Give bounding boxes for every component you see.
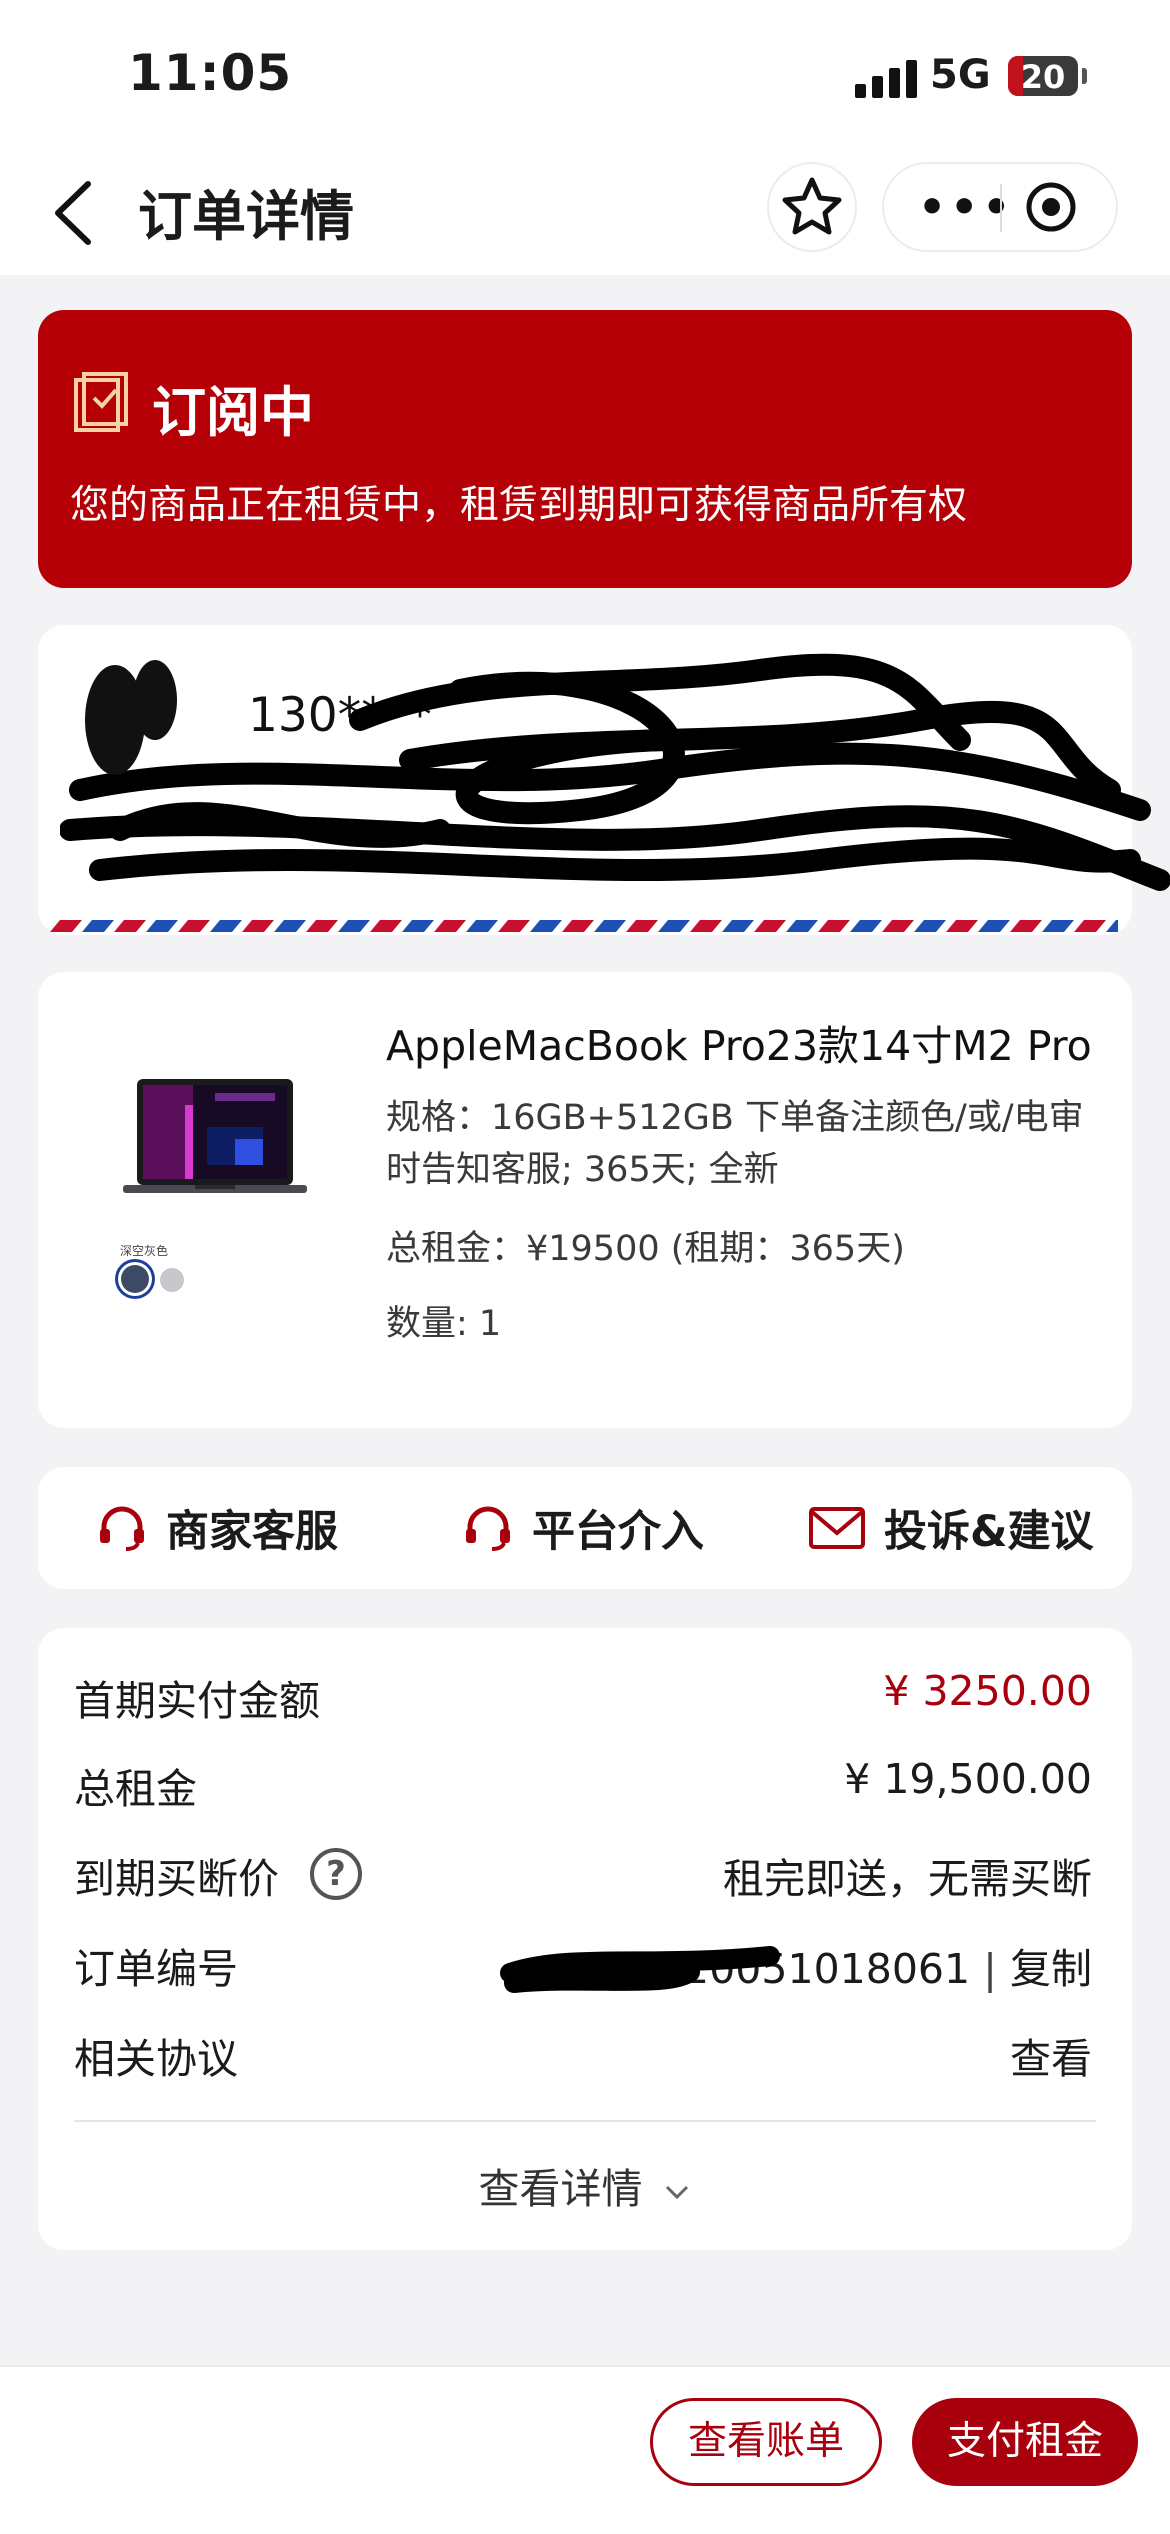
product-spec: 规格：16GB+512GB 下单备注颜色/或/电审时告知客服; 365天; 全新 [386,1098,1084,1190]
product-total-rent: 总租金：¥19500 (租期：365天) [386,1229,905,1269]
color-swatch-space-gray [121,1265,149,1293]
merchant-service-label: 商家客服 [166,1507,338,1557]
capsule-divider [1000,184,1002,232]
star-icon [782,177,842,235]
envelope-stripe [50,920,1118,932]
product-image [123,1079,307,1193]
color-swatch-label: 深空灰色 [120,1244,169,1258]
status-banner [38,310,1132,588]
signal-icon [855,60,917,98]
view-details-label: 查看详情 [478,2165,643,2213]
headset-icon [100,1506,144,1551]
platform-intervene-label: 平台介入 [532,1507,704,1557]
page-title: 订单详情 [138,185,354,248]
battery-icon: 20 [1008,56,1078,96]
divider [74,2120,1096,2122]
copy-button[interactable]: 复制 [1010,1945,1092,1993]
agreement-label: 相关协议 [74,2035,238,2083]
total-rent-label: 总租金 [74,1765,197,1813]
banner-description: 您的商品正在租赁中，租赁到期即可获得商品所有权 [70,483,968,528]
back-arrow-icon[interactable] [46,178,106,248]
mini-program-capsule: ••• [882,162,1118,252]
target-circle-icon[interactable] [1024,180,1078,234]
total-rent-value: ¥ 19,500.00 [844,1755,1092,1803]
copy-divider: | [983,1945,1010,1993]
buyout-price-value: 租完即送，无需买断 [723,1855,1092,1903]
mail-icon [809,1507,865,1549]
merchant-service-button[interactable]: 商家客服 [96,1497,338,1559]
order-number-label: 订单编号 [74,1945,238,1993]
banner-title: 订阅中 [152,381,314,444]
view-details-toggle[interactable]: 查看详情 [0,2155,1170,2215]
clipboard-check-icon [74,372,128,432]
redaction-scribble [500,1946,780,1993]
pay-rent-button[interactable]: 支付租金 [912,2398,1138,2486]
battery-level: 20 [1020,58,1066,96]
headset-icon [466,1506,510,1551]
first-payment-label: 首期实付金额 [74,1677,320,1725]
complaint-label: 投诉&建议 [884,1507,1094,1557]
product-title: AppleMacBook Pro23款14寸M2 Pro [386,1022,1092,1070]
battery-tip [1082,68,1087,84]
platform-intervene-button[interactable]: 平台介入 [462,1497,704,1559]
buyout-price-label: 到期买断价 [74,1855,279,1903]
favorite-button[interactable] [767,162,857,252]
view-bill-button[interactable]: 查看账单 [650,2398,882,2486]
first-payment-value: ¥ 3250.00 [883,1667,1092,1715]
question-icon[interactable]: ? [310,1848,362,1900]
agreement-view-link[interactable]: 查看 [1010,2025,1092,2085]
status-time: 11:05 [128,44,293,102]
complaint-button[interactable]: 投诉&建议 [808,1497,1094,1559]
chevron-down-icon [665,2185,688,2200]
network-type: 5G [930,52,991,98]
color-swatch-silver [160,1268,184,1292]
redaction-scribble [60,653,1170,891]
product-quantity: 数量: 1 [386,1304,502,1344]
